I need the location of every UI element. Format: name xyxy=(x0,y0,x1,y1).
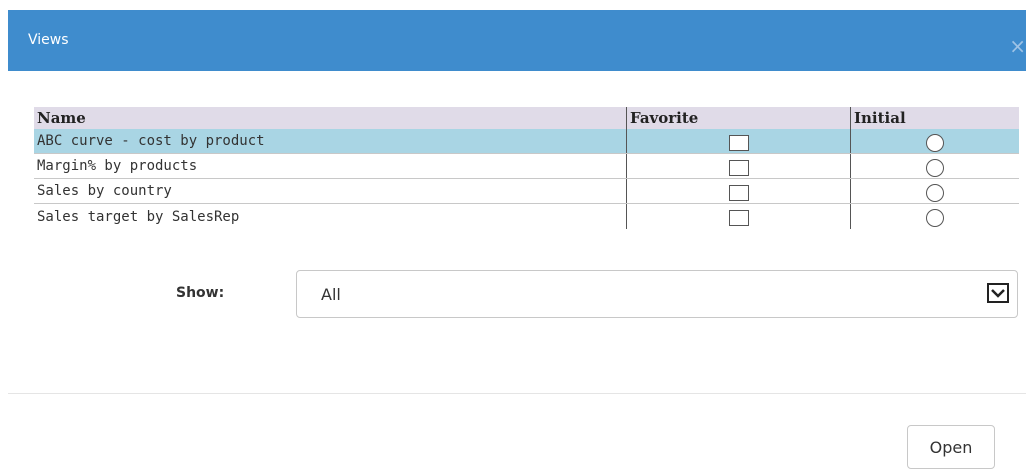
favorite-checkbox[interactable] xyxy=(728,159,749,176)
initial-radio[interactable] xyxy=(926,183,944,202)
column-header-initial[interactable]: Initial xyxy=(850,107,1019,129)
favorite-cell xyxy=(626,204,850,229)
initial-cell xyxy=(850,129,1019,153)
view-name: Sales target by SalesRep xyxy=(37,208,240,225)
column-header-favorite[interactable]: Favorite xyxy=(626,107,850,129)
show-label: Show: xyxy=(176,285,225,301)
favorite-checkbox[interactable] xyxy=(728,210,749,226)
favorite-cell xyxy=(626,154,850,178)
initial-cell xyxy=(850,204,1019,229)
view-name: ABC curve - cost by product xyxy=(37,133,265,149)
favorite-cell xyxy=(626,179,850,203)
views-table: Name Favorite Initial ABC curve - cost b… xyxy=(34,107,1019,229)
table-row[interactable]: Sales target by SalesRep xyxy=(34,204,1019,229)
view-name: Margin% by products xyxy=(37,158,198,174)
initial-radio[interactable] xyxy=(926,209,944,227)
column-header-name[interactable]: Name xyxy=(34,107,626,129)
favorite-checkbox[interactable] xyxy=(728,184,749,201)
initial-cell xyxy=(850,154,1019,178)
table-row[interactable]: ABC curve - cost by product xyxy=(34,129,1019,154)
table-row[interactable]: Sales by country xyxy=(34,179,1019,204)
dialog-titlebar: Views × xyxy=(8,10,1026,71)
initial-radio[interactable] xyxy=(926,158,944,177)
table-row[interactable]: Margin% by products xyxy=(34,154,1019,179)
chevron-down-icon[interactable] xyxy=(987,283,1009,303)
table-header: Name Favorite Initial xyxy=(34,107,1019,129)
show-select[interactable]: All xyxy=(296,270,1018,318)
close-icon[interactable]: × xyxy=(1009,36,1026,56)
initial-cell xyxy=(850,179,1019,203)
favorite-cell xyxy=(626,129,850,153)
view-name: Sales by country xyxy=(37,183,172,199)
footer-divider xyxy=(8,393,1026,394)
dialog-title: Views xyxy=(28,32,69,48)
initial-radio[interactable] xyxy=(926,133,944,152)
favorite-checkbox[interactable] xyxy=(728,134,749,151)
show-select-value: All xyxy=(321,285,341,304)
open-button[interactable]: Open xyxy=(907,425,995,469)
